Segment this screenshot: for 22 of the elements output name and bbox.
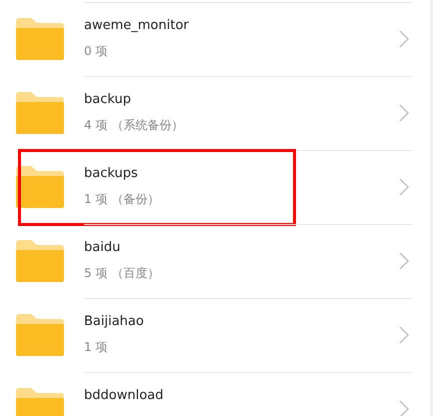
folder-name[interactable]: aweme_monitor — [84, 17, 399, 35]
folder-icon — [16, 314, 64, 356]
item-count: 0 项 — [84, 43, 108, 60]
chevron-right-icon[interactable] — [399, 30, 409, 48]
folder-icon — [16, 166, 64, 208]
chevron-right-icon[interactable] — [399, 326, 409, 344]
folder-name[interactable]: backups — [84, 165, 399, 183]
chevron-right-icon[interactable] — [399, 104, 409, 122]
folder-icon — [16, 18, 64, 60]
item-count: 1 项 — [84, 339, 108, 356]
folder-name[interactable]: Baijiahao — [84, 313, 399, 331]
item-count: 5 项 （百度） — [84, 265, 160, 282]
item-count: 4 项 （系统备份） — [84, 117, 184, 134]
chevron-right-icon[interactable] — [399, 178, 409, 196]
folder-name[interactable]: bddownload — [84, 387, 399, 405]
folder-name[interactable]: baidu — [84, 239, 399, 257]
chevron-right-icon[interactable] — [399, 252, 409, 270]
folder-icon — [16, 92, 64, 134]
folder-icon — [16, 240, 64, 282]
folder-name[interactable]: backup — [84, 91, 399, 109]
item-count: 1 项 （备份） — [84, 191, 160, 208]
chevron-right-icon[interactable] — [399, 400, 409, 416]
